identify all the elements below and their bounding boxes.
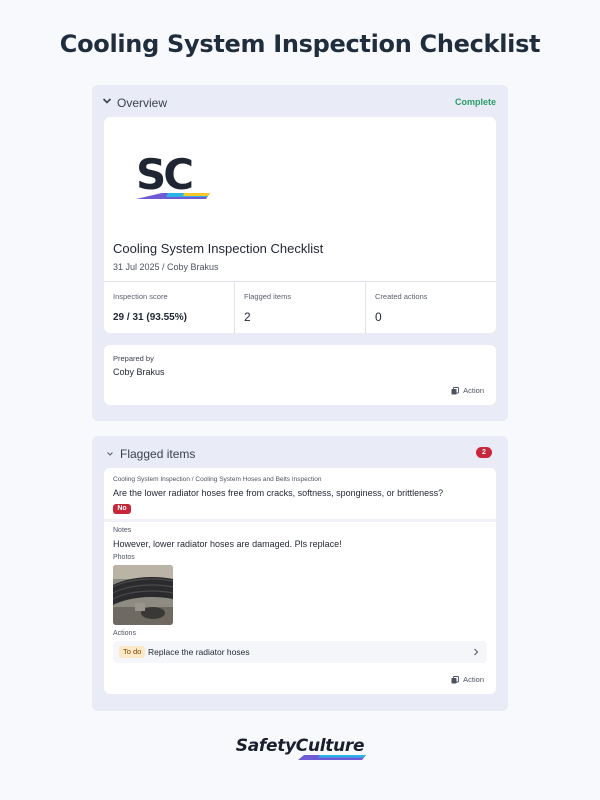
stat-value: 2 (244, 310, 251, 324)
overview-title: Overview (117, 96, 168, 110)
report-header-card: SC Cooling System Inspection Checklist 3… (104, 117, 496, 334)
stat-label: Inspection score (113, 292, 168, 301)
notes-text: However, lower radiator hoses are damage… (113, 539, 342, 549)
stat-value: 0 (375, 310, 382, 324)
notes-label: Notes (113, 527, 132, 534)
copy-icon (451, 675, 460, 683)
flagged-count-badge: 2 (476, 447, 492, 458)
brand-logo: SafetyCulture (235, 736, 366, 760)
brand-name: SafetyCulture (235, 736, 365, 756)
stat-flagged-items: Flagged items 2 (234, 282, 365, 334)
action-button[interactable]: Action (451, 675, 484, 684)
svg-text:SC: SC (136, 150, 192, 199)
stat-value: 29 / 31 (93.55%) (113, 312, 187, 323)
photos-label: Photos (113, 554, 135, 561)
document-title: Cooling System Inspection Checklist (113, 241, 324, 256)
action-item-text: Replace the radiator hoses (148, 647, 250, 657)
action-button-label: Action (463, 386, 484, 395)
prepared-by-name: Coby Brakus (113, 367, 165, 377)
stats-row: Inspection score 29 / 31 (93.55%) Flagge… (104, 281, 496, 334)
chevron-down-icon[interactable] (102, 96, 112, 106)
stat-created-actions: Created actions 0 (365, 282, 496, 334)
todo-status-badge: To do (119, 646, 146, 658)
safetyculture-logo: SC (136, 150, 210, 199)
brand-swoosh (297, 755, 366, 760)
brand-footer: SafetyCulture (0, 736, 600, 760)
photo-thumbnail[interactable] (113, 565, 173, 625)
flagged-items-title: Flagged items (120, 447, 196, 461)
document-subtitle: 31 Jul 2025 / Coby Brakus (113, 262, 219, 272)
action-button[interactable]: Action (451, 386, 484, 395)
copy-icon (451, 386, 460, 394)
action-button-label: Action (463, 675, 484, 684)
overview-header[interactable]: Overview Complete (92, 85, 508, 119)
action-item-row[interactable]: To do Replace the radiator hoses (113, 641, 487, 663)
question-breadcrumb: Cooling System Inspection / Cooling Syst… (113, 476, 322, 483)
page-title: Cooling System Inspection Checklist (59, 30, 541, 58)
flagged-items-section: Flagged items 2 Cooling System Inspectio… (92, 436, 508, 711)
stat-inspection-score: Inspection score 29 / 31 (93.55%) (104, 282, 234, 334)
divider (104, 519, 496, 522)
actions-label: Actions (113, 630, 136, 637)
prepared-by-label: Prepared by (113, 354, 154, 363)
chevron-right-icon (474, 648, 479, 656)
stat-label: Flagged items (244, 292, 292, 301)
stat-label: Created actions (375, 292, 428, 301)
status-badge: Complete (454, 97, 496, 107)
flagged-item-card: Cooling System Inspection / Cooling Syst… (104, 468, 496, 694)
chevron-down-icon[interactable] (106, 450, 114, 458)
question-text: Are the lower radiator hoses free from c… (113, 488, 444, 498)
overview-section: Overview Complete SC Cooling System Insp… (92, 85, 508, 421)
prepared-by-card: Prepared by Coby Brakus Action (104, 345, 496, 405)
answer-badge: No (113, 504, 131, 514)
